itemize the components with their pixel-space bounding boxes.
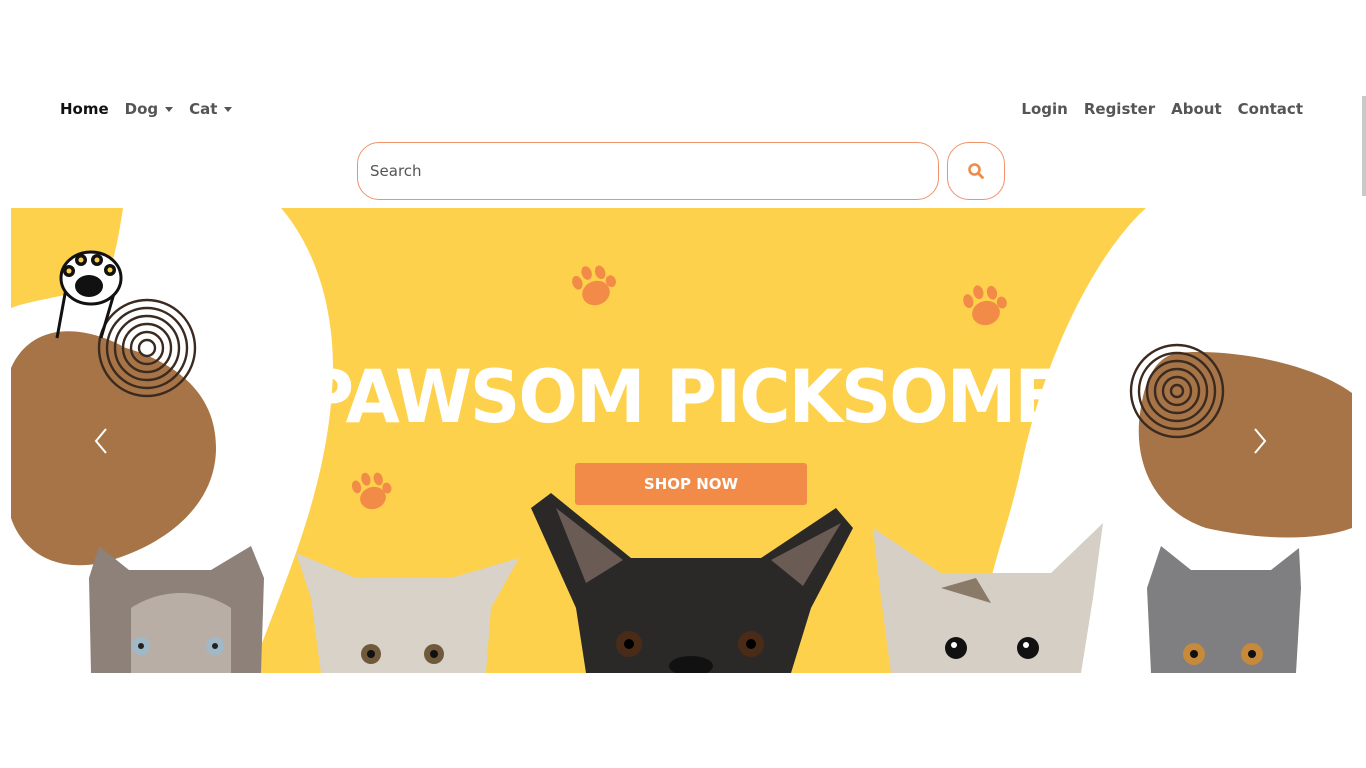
pet-1 — [89, 546, 264, 673]
nav-contact-link[interactable]: Contact — [1238, 98, 1303, 120]
search-button[interactable] — [947, 142, 1005, 200]
nav-home-label: Home — [60, 100, 109, 118]
search-input[interactable] — [357, 142, 939, 200]
main-nav-right: Login Register About Contact — [1021, 98, 1303, 120]
chevron-right-icon — [1254, 428, 1267, 454]
nav-dog-label: Dog — [124, 100, 159, 118]
caret-down-icon — [224, 106, 233, 112]
caret-down-icon — [165, 106, 174, 112]
carousel-prev-button[interactable] — [81, 411, 121, 471]
chevron-left-icon — [94, 428, 107, 454]
page-scrollbar[interactable] — [1362, 96, 1366, 196]
shop-now-button[interactable]: Shop Now — [575, 463, 807, 505]
nav-cat-label: Cat — [189, 100, 218, 118]
nav-dog-dropdown[interactable]: Dog — [125, 98, 174, 120]
carousel-next-button[interactable] — [1240, 411, 1280, 471]
pet-5 — [1147, 546, 1301, 673]
nav-register-link[interactable]: Register — [1084, 98, 1155, 120]
nav-login-link[interactable]: Login — [1021, 98, 1067, 120]
hero-background-art — [11, 208, 1352, 673]
search-icon — [968, 163, 984, 179]
main-nav-left: Home Dog Cat — [60, 98, 233, 120]
nav-cat-dropdown[interactable]: Cat — [189, 98, 233, 120]
hero-title: Pawsom Picksome — [302, 353, 1062, 441]
nav-home-link[interactable]: Home — [60, 98, 109, 120]
hero-carousel: Pawsom Picksome Shop Now — [11, 208, 1352, 673]
nav-about-link[interactable]: About — [1171, 98, 1222, 120]
